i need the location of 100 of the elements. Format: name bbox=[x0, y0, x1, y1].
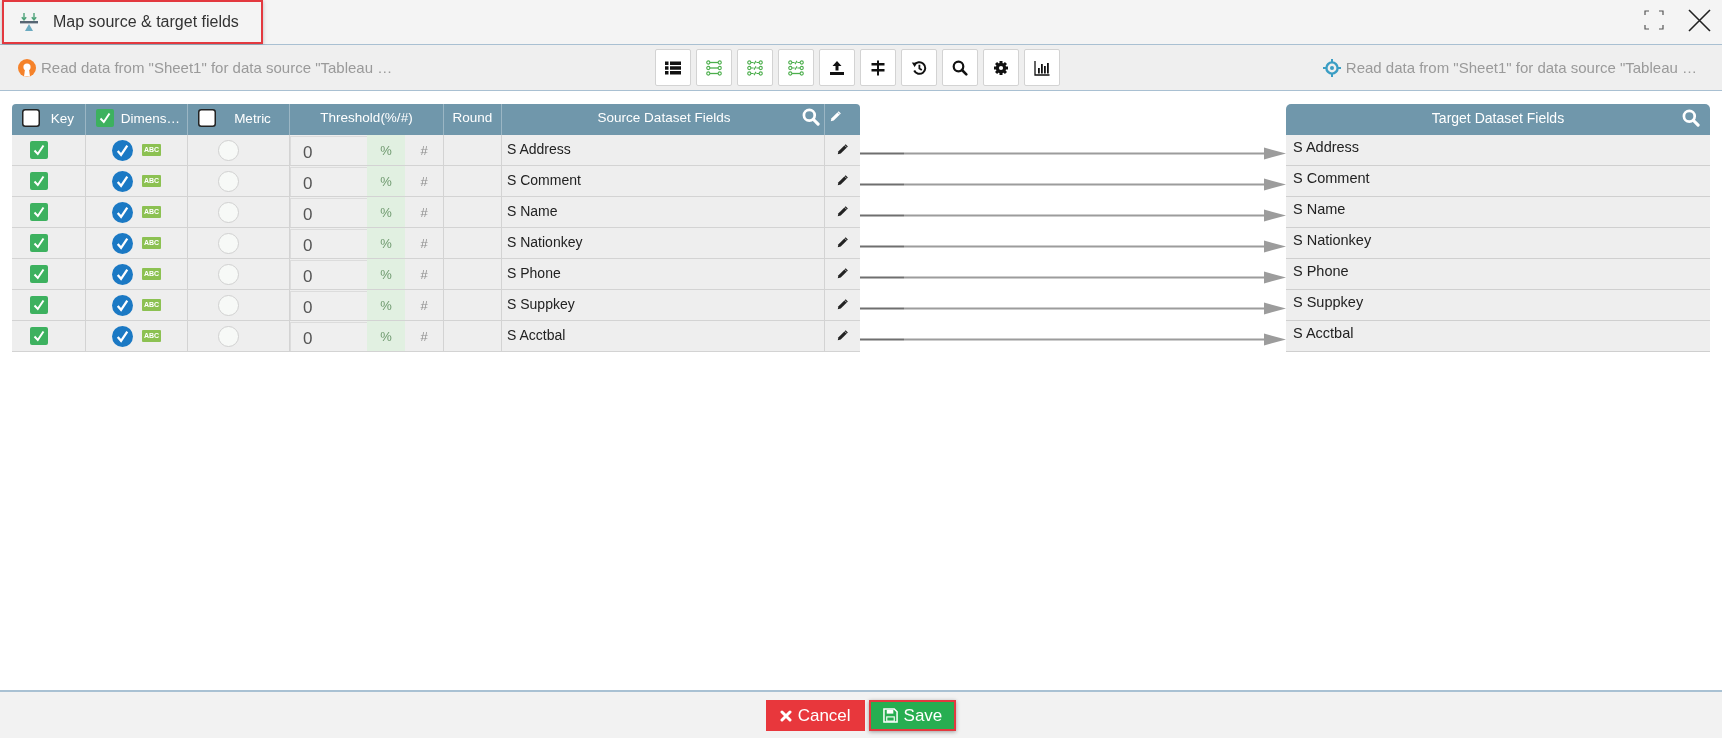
threshold-field[interactable]: 0 bbox=[290, 167, 367, 196]
column-header: Round bbox=[451, 109, 494, 125]
target-field-row: S Phone bbox=[1286, 259, 1710, 290]
threshold-field[interactable]: 0 bbox=[290, 260, 367, 289]
header-checkbox[interactable] bbox=[22, 109, 40, 127]
gear-icon bbox=[993, 59, 1009, 76]
crosshair-icon bbox=[1322, 58, 1341, 77]
arrows-to-bar-icon bbox=[19, 12, 39, 32]
round-field[interactable] bbox=[444, 135, 502, 166]
round-field[interactable] bbox=[444, 228, 502, 259]
unit-toggle[interactable]: # bbox=[405, 290, 443, 320]
unit-toggle[interactable]: % bbox=[367, 321, 405, 351]
unlink-rows-button[interactable] bbox=[737, 49, 773, 86]
pencil-icon[interactable] bbox=[836, 143, 849, 155]
metric-radio[interactable] bbox=[218, 170, 239, 192]
cross-icon bbox=[779, 709, 792, 722]
threshold-field[interactable]: 0 bbox=[290, 136, 367, 165]
key-checkbox[interactable] bbox=[30, 203, 48, 221]
unit-toggle[interactable]: # bbox=[405, 135, 443, 165]
key-checkbox[interactable] bbox=[30, 265, 48, 283]
unit-toggle[interactable]: % bbox=[367, 228, 405, 258]
dimension-radio[interactable] bbox=[111, 263, 133, 285]
unit-toggle[interactable]: # bbox=[405, 197, 443, 227]
dimension-radio[interactable] bbox=[111, 232, 133, 254]
search-icon[interactable] bbox=[1682, 108, 1700, 127]
settings-button[interactable] bbox=[983, 49, 1019, 86]
pencil-icon[interactable] bbox=[836, 205, 849, 217]
maximize-icon[interactable] bbox=[1644, 10, 1664, 30]
round-field[interactable] bbox=[444, 259, 502, 290]
metric-radio[interactable] bbox=[218, 294, 239, 316]
save-button[interactable]: Save bbox=[868, 700, 957, 731]
upload-button[interactable] bbox=[819, 49, 855, 86]
unit-toggle[interactable]: % bbox=[367, 290, 405, 320]
cancel-button[interactable]: Cancel bbox=[765, 700, 865, 731]
key-checkbox[interactable] bbox=[30, 141, 48, 159]
linked-rows-icon bbox=[706, 59, 722, 76]
window-title: Map source & target fields bbox=[53, 13, 239, 31]
mixed-link-rows-button[interactable] bbox=[778, 49, 814, 86]
unit-toggle[interactable]: # bbox=[405, 228, 443, 258]
search-icon bbox=[952, 59, 968, 76]
unit-toggle[interactable]: % bbox=[367, 166, 405, 196]
search-icon[interactable] bbox=[802, 108, 820, 126]
header-checkbox[interactable] bbox=[96, 109, 114, 127]
close-icon[interactable] bbox=[1688, 8, 1711, 32]
unit-toggle[interactable]: # bbox=[405, 321, 443, 351]
target-field-row: S Comment bbox=[1286, 166, 1710, 197]
target-field-row: S Name bbox=[1286, 197, 1710, 228]
dimension-radio[interactable] bbox=[111, 170, 133, 192]
pencil-icon[interactable] bbox=[836, 329, 849, 341]
key-checkbox[interactable] bbox=[30, 296, 48, 314]
list-button[interactable] bbox=[655, 49, 691, 86]
metric-radio[interactable] bbox=[218, 325, 239, 347]
unit-toggle[interactable]: # bbox=[405, 166, 443, 196]
search-button[interactable] bbox=[942, 49, 978, 86]
metric-radio[interactable] bbox=[218, 139, 239, 161]
mixed-link-rows-icon bbox=[788, 59, 804, 76]
source-info-text: Read data from "Sheet1" for data source "Tableau … bbox=[41, 59, 393, 76]
target-field-row: S Suppkey bbox=[1286, 290, 1710, 321]
round-field[interactable] bbox=[444, 321, 502, 352]
key-checkbox[interactable] bbox=[30, 234, 48, 252]
round-field[interactable] bbox=[444, 290, 502, 321]
key-checkbox[interactable] bbox=[30, 327, 48, 345]
pencil-icon[interactable] bbox=[836, 298, 849, 310]
unit-toggle[interactable]: # bbox=[405, 259, 443, 289]
bar-chart-icon bbox=[1034, 59, 1050, 76]
dimension-radio[interactable] bbox=[111, 201, 133, 223]
history-button[interactable] bbox=[901, 49, 937, 86]
threshold-field[interactable]: 0 bbox=[290, 322, 367, 351]
keyhole-icon bbox=[18, 58, 36, 77]
upload-icon bbox=[829, 59, 845, 76]
history-icon bbox=[911, 59, 927, 76]
signpost-button[interactable] bbox=[860, 49, 896, 86]
round-field[interactable] bbox=[444, 166, 502, 197]
metric-radio[interactable] bbox=[218, 232, 239, 254]
metric-radio[interactable] bbox=[218, 263, 239, 285]
unit-toggle[interactable]: % bbox=[367, 197, 405, 227]
dimension-radio[interactable] bbox=[111, 139, 133, 161]
target-field-row: S Acctbal bbox=[1286, 321, 1710, 352]
target-field-row: S Nationkey bbox=[1286, 228, 1710, 259]
threshold-field[interactable]: 0 bbox=[290, 198, 367, 227]
column-header: Threshold(%/#) bbox=[319, 109, 414, 125]
dimension-radio[interactable] bbox=[111, 294, 133, 316]
target-field-row: S Address bbox=[1286, 135, 1710, 166]
threshold-field[interactable]: 0 bbox=[290, 229, 367, 258]
round-field[interactable] bbox=[444, 197, 502, 228]
metric-radio[interactable] bbox=[218, 201, 239, 223]
unit-toggle[interactable]: % bbox=[367, 259, 405, 289]
threshold-field[interactable]: 0 bbox=[290, 291, 367, 320]
dimension-radio[interactable] bbox=[111, 325, 133, 347]
key-checkbox[interactable] bbox=[30, 172, 48, 190]
pencil-icon[interactable] bbox=[836, 267, 849, 279]
link-rows-button[interactable] bbox=[696, 49, 732, 86]
signpost-icon bbox=[870, 59, 886, 76]
list-icon bbox=[665, 59, 681, 76]
header-checkbox[interactable] bbox=[198, 109, 216, 127]
column-header: Metric bbox=[233, 110, 272, 126]
unit-toggle[interactable]: % bbox=[367, 135, 405, 165]
bar-chart-button[interactable] bbox=[1024, 49, 1060, 86]
pencil-icon[interactable] bbox=[836, 236, 849, 248]
pencil-icon[interactable] bbox=[836, 174, 849, 186]
